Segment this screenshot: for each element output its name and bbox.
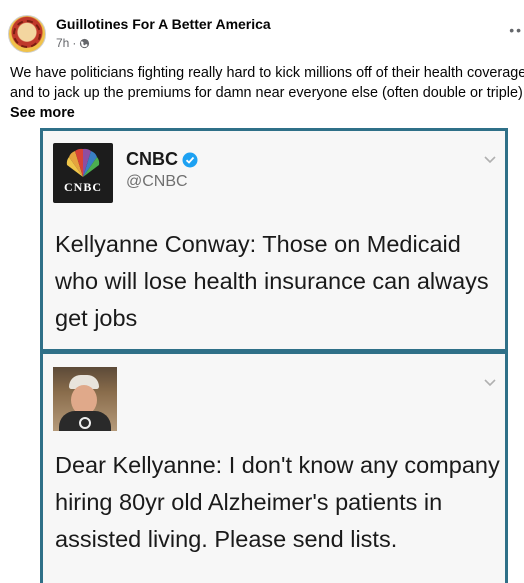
tweet-handle: @CNBC — [126, 173, 188, 190]
post-body: We have politicians fighting really hard… — [10, 63, 524, 123]
reply-avatar-photo — [53, 367, 117, 431]
post-timestamp[interactable]: 7h — [56, 36, 69, 50]
tweet-card: CNBC CNBC @CNBC Kellyanne Conway: Those … — [43, 131, 505, 349]
post-header: Guillotines For A Better America 7h · • … — [0, 0, 524, 60]
tweet-screenshot: CNBC CNBC @CNBC Kellyanne Conway: Those … — [40, 128, 508, 583]
more-options-icon[interactable]: • • — [509, 22, 521, 38]
post-image[interactable]: CNBC CNBC @CNBC Kellyanne Conway: Those … — [0, 128, 524, 583]
account-name-text: CNBC — [126, 149, 178, 169]
cnbc-logo-text: CNBC — [63, 180, 102, 194]
globe-icon — [80, 38, 90, 48]
chevron-down-icon — [484, 379, 496, 387]
tweet-text-line: Kellyanne Conway: Those on Medicaid — [55, 231, 461, 257]
post-meta: 7h · — [56, 36, 90, 50]
tweet-text: Kellyanne Conway: Those on Medicaid who … — [55, 226, 503, 337]
peacock-logo — [66, 148, 100, 177]
see-more-link[interactable]: See more — [10, 103, 75, 123]
reply-text-line: Dear Kellyanne: I don't know any company — [55, 452, 500, 478]
page-avatar[interactable] — [8, 15, 46, 53]
post-body-line: and to jack up the premiums for damn nea… — [10, 85, 524, 101]
reply-card: Dear Kellyanne: I don't know any company… — [43, 354, 505, 583]
cnbc-logo: CNBC — [53, 143, 113, 203]
tweet-text-line: who will lose health insurance can alway… — [55, 268, 489, 294]
tweet-account-name: CNBC — [126, 149, 198, 170]
post-body-line: We have politicians fighting really hard… — [10, 65, 524, 81]
chevron-down-icon — [484, 156, 496, 164]
meta-separator: · — [72, 36, 77, 50]
reply-text: Dear Kellyanne: I don't know any company… — [55, 447, 503, 558]
tweet-text-line: get jobs — [55, 305, 138, 331]
verified-badge-icon — [182, 152, 198, 167]
reply-text-line: assisted living. Please send lists. — [55, 526, 398, 552]
reply-text-line: hiring 80yr old Alzheimer's patients in — [55, 489, 443, 515]
page-name[interactable]: Guillotines For A Better America — [56, 16, 271, 32]
